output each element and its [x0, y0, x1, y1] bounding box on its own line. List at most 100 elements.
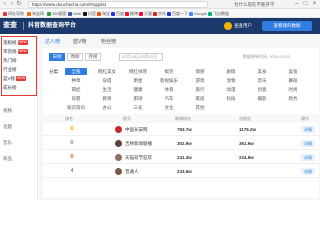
col-new-fans[interactable]: 新增粉丝 — [175, 114, 191, 123]
category-chip[interactable]: 情感 — [189, 68, 211, 75]
account-avatar[interactable] — [115, 126, 122, 133]
table-row[interactable]: ♛ 吉林新闻联播 302.9w 361.9w 详情 — [43, 137, 319, 150]
sidebar-item-music[interactable]: 音乐 — [3, 138, 35, 147]
sidebar-item-hot[interactable]: 热门榜 — [3, 56, 35, 65]
category-chip[interactable]: 时尚 — [282, 86, 304, 93]
account-avatar[interactable] — [115, 140, 122, 147]
table-row[interactable]: ♛ 中国长安网 793.7w 1176.2w 详情 — [43, 123, 319, 136]
sidebar-item-growth[interactable]: 成长榜 — [3, 83, 35, 92]
account-avatar[interactable] — [115, 154, 122, 161]
category-chip[interactable]: 美食 — [251, 68, 273, 75]
category-chip[interactable]: 网红美女 — [96, 68, 118, 75]
category-chip[interactable]: 明星 — [127, 77, 149, 84]
detail-button[interactable]: 详情 — [301, 126, 315, 133]
category-chip[interactable]: 美妆 — [282, 68, 304, 75]
detail-button[interactable]: 详情 — [301, 168, 315, 175]
sidebar-item-industry[interactable]: 行业榜 — [3, 65, 35, 74]
category-chip[interactable]: 全部 — [65, 68, 87, 75]
category-chip[interactable]: 其他 — [189, 104, 211, 111]
sidebar-item-topic[interactable]: 话题 — [3, 122, 35, 131]
period-month-button[interactable]: 月榜 — [85, 53, 101, 61]
category-chip[interactable]: 创意 — [251, 86, 273, 93]
category-chip[interactable]: 职场 — [127, 95, 149, 102]
category-chip[interactable]: 网红帅哥 — [127, 68, 149, 75]
tab-talent[interactable]: 达人榜 — [45, 37, 60, 47]
search-suggestion[interactable]: 为什么现在不能开学 — [234, 1, 275, 8]
col-total-fans[interactable]: 总粉丝 — [239, 114, 251, 123]
account-avatar[interactable] — [115, 168, 122, 175]
sidebar-item-sales[interactable]: 带货榜 NEW — [3, 47, 35, 56]
bookmark[interactable]: Google — [189, 11, 207, 16]
category-chip[interactable]: 剧情 — [220, 68, 242, 75]
category-chip[interactable]: 种草 — [65, 77, 87, 84]
category-chip[interactable]: 家居 — [189, 95, 211, 102]
bookmark[interactable]: 飞瓜数据 — [208, 11, 229, 16]
category-chip[interactable]: 母婴 — [65, 95, 87, 102]
category-chip[interactable]: 生活 — [96, 86, 118, 93]
forward-icon[interactable]: › — [9, 1, 15, 7]
minimize-icon[interactable]: – — [292, 0, 301, 9]
detail-button[interactable]: 详情 — [301, 154, 315, 161]
category-chip[interactable]: 汽车 — [158, 95, 180, 102]
account-name[interactable]: 中国长安网 — [125, 126, 148, 133]
category-chip[interactable]: 教育 — [96, 95, 118, 102]
period-week-button[interactable]: 周榜 — [67, 53, 83, 61]
category-chip[interactable]: 知识资讯 — [65, 104, 87, 111]
period-day-button[interactable]: 日榜 — [49, 53, 65, 61]
maximize-icon[interactable]: □ — [301, 0, 310, 9]
bookmark[interactable]: 淘宝 — [97, 11, 110, 16]
category-chip[interactable]: 影视娱乐 — [158, 77, 180, 84]
my-data-button[interactable]: 查看我的数据 — [262, 21, 312, 31]
table-row[interactable]: ♛ 天猫双节狂欢 241.3w 224.8w 详情 — [43, 151, 319, 164]
filter-label: 分类: — [49, 69, 60, 74]
user-avatar[interactable] — [224, 22, 232, 30]
detail-button[interactable]: 详情 — [301, 140, 315, 147]
bookmark[interactable]: 百度 — [111, 11, 124, 16]
bookmark[interactable]: 抖音 — [83, 11, 96, 16]
main-content: 达人榜 蓝V榜 粉丝榜 日榜 周榜 月榜 02月24日-03月01日 数据更新时… — [39, 34, 320, 200]
bookmark[interactable]: 微博 — [125, 11, 138, 16]
sidebar-item-video[interactable]: 视频 — [3, 106, 35, 115]
category-chip[interactable]: 摄影 — [251, 95, 273, 102]
category-chip[interactable]: 音乐 — [251, 77, 273, 84]
sidebar-item-bluev[interactable]: 蓝V榜 NEW — [3, 74, 35, 83]
category-chip[interactable]: 宠物 — [220, 77, 242, 84]
sidebar-item-fans[interactable]: 涨粉榜 NEW — [3, 38, 35, 47]
account-name[interactable]: 吉林新闻联播 — [125, 140, 152, 147]
bookmark[interactable]: 百度一下 — [167, 11, 188, 16]
back-icon[interactable]: ‹ — [2, 1, 8, 7]
category-chip[interactable]: 穿搭 — [96, 77, 118, 84]
bookmark[interactable]: Web — [68, 11, 81, 16]
category-chip[interactable]: 萌娃 — [65, 86, 87, 93]
category-chip[interactable]: 科技 — [220, 95, 242, 102]
total-fans-value: 1176.2w — [239, 127, 257, 132]
category-chip[interactable]: 文化 — [158, 104, 180, 111]
bookmark[interactable]: 网址导航 — [3, 11, 24, 16]
bookmark[interactable]: 天猫 — [139, 11, 152, 16]
account-name[interactable]: 普通人 — [125, 168, 139, 175]
category-chip[interactable]: 动漫 — [220, 86, 242, 93]
category-chip[interactable]: 游戏 — [189, 77, 211, 84]
account-name[interactable]: 天猫双节狂欢 — [125, 154, 152, 161]
refresh-icon[interactable]: ↻ — [16, 1, 22, 7]
category-chip[interactable]: 办公 — [96, 104, 118, 111]
table-row[interactable]: 4 普通人 233.6w 详情 — [43, 165, 319, 178]
site-logo[interactable]: 查查 — [3, 21, 21, 31]
category-chip[interactable]: 搞笑 — [158, 68, 180, 75]
url-field[interactable]: https://www.douchacha.com/#/upplist — [28, 1, 208, 8]
tab-fans[interactable]: 粉丝榜 — [101, 37, 116, 47]
category-chip[interactable]: 体育 — [158, 86, 180, 93]
bookmark[interactable]: 京东 — [153, 11, 166, 16]
category-chip[interactable]: 旅行 — [189, 86, 211, 93]
user-name[interactable]: 查查用户 — [234, 23, 252, 29]
category-chip[interactable]: 三农 — [127, 104, 149, 111]
date-range-picker[interactable]: 02月24日-03月01日 — [119, 53, 163, 61]
sidebar-item-goods[interactable]: 商品 — [3, 154, 35, 163]
category-chip[interactable]: 舞蹈 — [282, 77, 304, 84]
close-icon[interactable]: × — [310, 0, 319, 9]
bookmark[interactable]: 淘宝网 — [27, 11, 44, 16]
category-chip[interactable]: 健康 — [127, 86, 149, 93]
bookmark[interactable]: 360搜索 — [47, 11, 67, 16]
category-chip[interactable]: 政务 — [282, 95, 304, 102]
tab-bluev[interactable]: 蓝V榜 — [73, 37, 86, 47]
